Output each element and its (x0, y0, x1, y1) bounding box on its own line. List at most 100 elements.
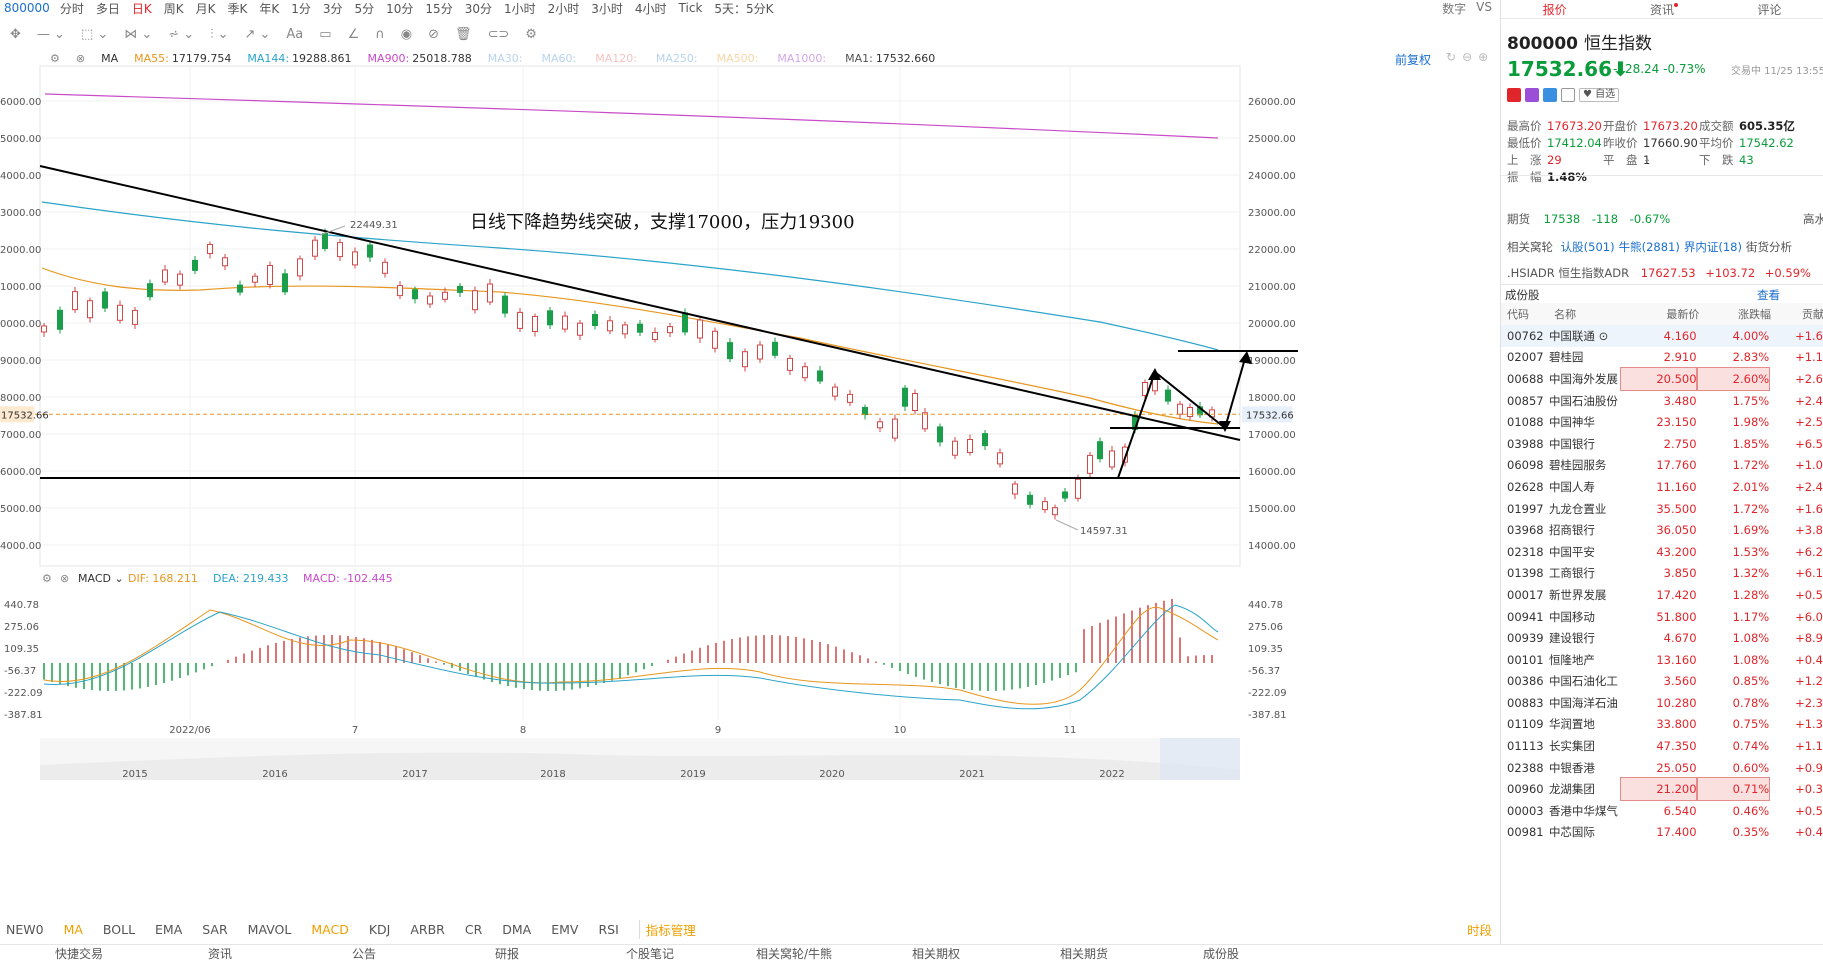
footer-tab[interactable]: 相关窝轮/牛熊 (756, 945, 832, 962)
view-more-link[interactable]: 查看 (1757, 287, 1780, 303)
tab-news-label: 资讯 (1649, 2, 1674, 17)
table-row[interactable]: 00101 恒隆地产 13.160 1.08% +0.4 (1501, 649, 1823, 671)
tab-comments[interactable]: 评论 (1716, 1, 1823, 18)
table-row[interactable]: 00386 中国石油化工 3.560 0.85% +1.2 (1501, 671, 1823, 693)
stat-key: 平均价 (1699, 136, 1734, 150)
indicator-tab[interactable]: CR (465, 922, 482, 937)
share-icon[interactable] (1543, 88, 1557, 102)
table-row[interactable]: 01997 九龙仓置业 35.500 1.72% +1.6 (1501, 498, 1823, 520)
footer-tab[interactable]: 快捷交易 (55, 945, 103, 962)
indicator-tab[interactable]: KDJ (369, 922, 391, 937)
stat-cell: 下 跌 43 (1699, 152, 1795, 169)
gear-icon[interactable]: ⚙ (42, 572, 52, 585)
candle-body (652, 332, 658, 340)
macd-tick: 440.78 (1248, 600, 1283, 611)
dif-line (43, 606, 1219, 705)
table-row[interactable]: 01088 中国神华 23.150 1.98% +2.5 (1501, 411, 1823, 433)
analysis-annotation[interactable]: 日线下降趋势线突破，支撑17000，压力19300 (470, 212, 855, 233)
name-cell: 工商银行 (1548, 566, 1595, 581)
footer-tab[interactable]: 研报 (495, 945, 519, 962)
collapse-icon[interactable]: ⌃ (1643, 158, 1651, 169)
kline-chart[interactable]: 26000.00 6000.00 25000.00 5000.00 24000.00 40… (0, 0, 1500, 918)
table-row[interactable]: 01398 工商银行 3.850 1.32% +6.1 (1501, 563, 1823, 585)
column-header[interactable]: 代码 (1501, 306, 1554, 322)
table-row[interactable]: 02628 中国人寿 11.160 2.01% +2.4 (1501, 476, 1823, 498)
table-row[interactable]: 03968 招商银行 36.050 1.69% +3.8 (1501, 519, 1823, 541)
macd-label[interactable]: MACD ⌄ (78, 572, 124, 585)
dif-value: DIF: 168.211 (128, 572, 198, 585)
indicator-tab[interactable]: EMA (155, 922, 182, 937)
table-row[interactable]: 00762 中国联通 ⊙ 4.160 4.00% +1.6 (1501, 325, 1823, 347)
table-row[interactable]: 00017 新世界发展 17.420 1.28% +0.5 (1501, 584, 1823, 606)
contrib-cell: +1.6 (1795, 328, 1823, 343)
hk-flag-icon (1507, 88, 1521, 102)
favorite-label: 自选 (1595, 89, 1616, 100)
code-cell: 00017 (1507, 587, 1544, 602)
column-header[interactable]: 贡献 (1771, 306, 1823, 322)
indicator-tab[interactable]: EMV (551, 922, 578, 937)
warrant-link[interactable]: 街货分析 (1746, 240, 1792, 254)
adr-row[interactable]: .HSIADR 恒生指数ADR 17627.53 +103.72 +0.59% (1507, 265, 1811, 281)
table-row[interactable]: 01109 华润置地 33.800 0.75% +1.3 (1501, 714, 1823, 736)
candle-body (502, 295, 508, 314)
footer-tab[interactable]: 成份股 (1203, 945, 1239, 962)
warrant-link[interactable]: 界内证(18) (1684, 240, 1742, 254)
column-header[interactable]: 涨跌幅 (1699, 306, 1771, 322)
name-cell: 招商银行 (1548, 523, 1595, 538)
footer-tab[interactable]: 相关期权 (912, 945, 960, 962)
indicator-manage-button[interactable]: 指标管理 (638, 919, 696, 939)
table-row[interactable]: 01113 长实集团 47.350 0.74% +1.1 (1501, 735, 1823, 757)
overview-window[interactable] (1160, 738, 1240, 780)
table-row[interactable]: 00981 中芯国际 17.400 0.35% +0.4 (1501, 822, 1823, 844)
overview-year: 2017 (402, 769, 427, 780)
indicator-tab[interactable]: SAR (202, 922, 227, 937)
code-cell: 00688 (1507, 371, 1544, 386)
indicator-tab[interactable]: MAVOL (248, 922, 292, 937)
table-row[interactable]: 00960 龙湖集团 21.200 0.71% +0.3 (1501, 777, 1823, 802)
table-row[interactable]: 00941 中国移动 51.800 1.17% +6.0 (1501, 606, 1823, 628)
table-row[interactable]: 02388 中银香港 25.050 0.60% +0.9 (1501, 757, 1823, 779)
footer-tab[interactable]: 公告 (352, 945, 376, 962)
table-row[interactable]: 00003 香港中华煤气 6.540 0.46% +0.5 (1501, 800, 1823, 822)
add-favorite-button[interactable]: ♥ 自选 (1579, 88, 1620, 102)
stat-row: 最高价 17673.20 开盘价 17673.20 成交额 605.35亿 (1507, 118, 1795, 135)
warrant-link[interactable]: 牛熊(2881) (1619, 240, 1680, 254)
table-row[interactable]: 00857 中国石油股份 3.480 1.75% +2.4 (1501, 390, 1823, 412)
indicator-tab[interactable]: BOLL (103, 922, 135, 937)
column-header[interactable]: 名称 (1554, 306, 1625, 322)
plugin-icon[interactable] (1525, 88, 1539, 102)
footer-tab[interactable]: 相关期货 (1060, 945, 1108, 962)
indicator-tab[interactable]: MACD (311, 922, 348, 937)
indicator-tab[interactable]: MA (64, 922, 83, 937)
y-tick-label-left: 9000.00 (0, 356, 41, 367)
dea-value: DEA: 219.433 (213, 572, 288, 585)
table-row[interactable]: 00883 中国海洋石油 10.280 0.78% +2.3 (1501, 692, 1823, 714)
macd-tick-left: 109.35 (4, 644, 39, 655)
table-row[interactable]: 00939 建设银行 4.670 1.08% +8.9 (1501, 627, 1823, 649)
current-price-tag-left: 17532.66 (0, 406, 49, 423)
indicator-tab[interactable]: RSI (598, 922, 618, 937)
indicator-tab[interactable]: ARBR (410, 922, 445, 937)
table-row[interactable]: 03988 中国银行 2.750 1.85% +6.5 (1501, 433, 1823, 455)
contrib-cell: +3.8 (1795, 523, 1823, 538)
table-row[interactable]: 00688 中国海外发展 20.500 2.60% +2.6 (1501, 367, 1823, 391)
footer-tab[interactable]: 个股笔记 (626, 945, 674, 962)
candle-body (622, 324, 628, 335)
table-row[interactable]: 06098 碧桂园服务 17.760 1.72% +1.0 (1501, 455, 1823, 477)
column-header[interactable]: 最新价 (1625, 306, 1699, 322)
candle-body (427, 295, 433, 305)
warrant-link[interactable]: 认股(501) (1561, 240, 1615, 254)
session-button[interactable]: 时段 (1467, 920, 1492, 939)
tab-quote[interactable]: 报价 (1501, 1, 1608, 18)
table-row[interactable]: 02007 碧桂园 2.910 2.83% +1.1 (1501, 347, 1823, 369)
candle-body (382, 261, 388, 274)
futures-row[interactable]: 期货 17538 -118 -0.67% 高水 (1507, 211, 1823, 227)
tab-news[interactable]: 资讯 (1608, 1, 1715, 18)
close-icon[interactable]: ⊗ (60, 572, 69, 585)
footer-tab[interactable]: 资讯 (208, 945, 232, 962)
indicator-tab[interactable]: NEW0 (6, 922, 44, 937)
indicator-tab[interactable]: DMA (502, 922, 531, 937)
price-cell: 36.050 (1656, 523, 1697, 538)
note-icon[interactable] (1561, 88, 1575, 102)
table-row[interactable]: 02318 中国平安 43.200 1.53% +6.2 (1501, 541, 1823, 563)
